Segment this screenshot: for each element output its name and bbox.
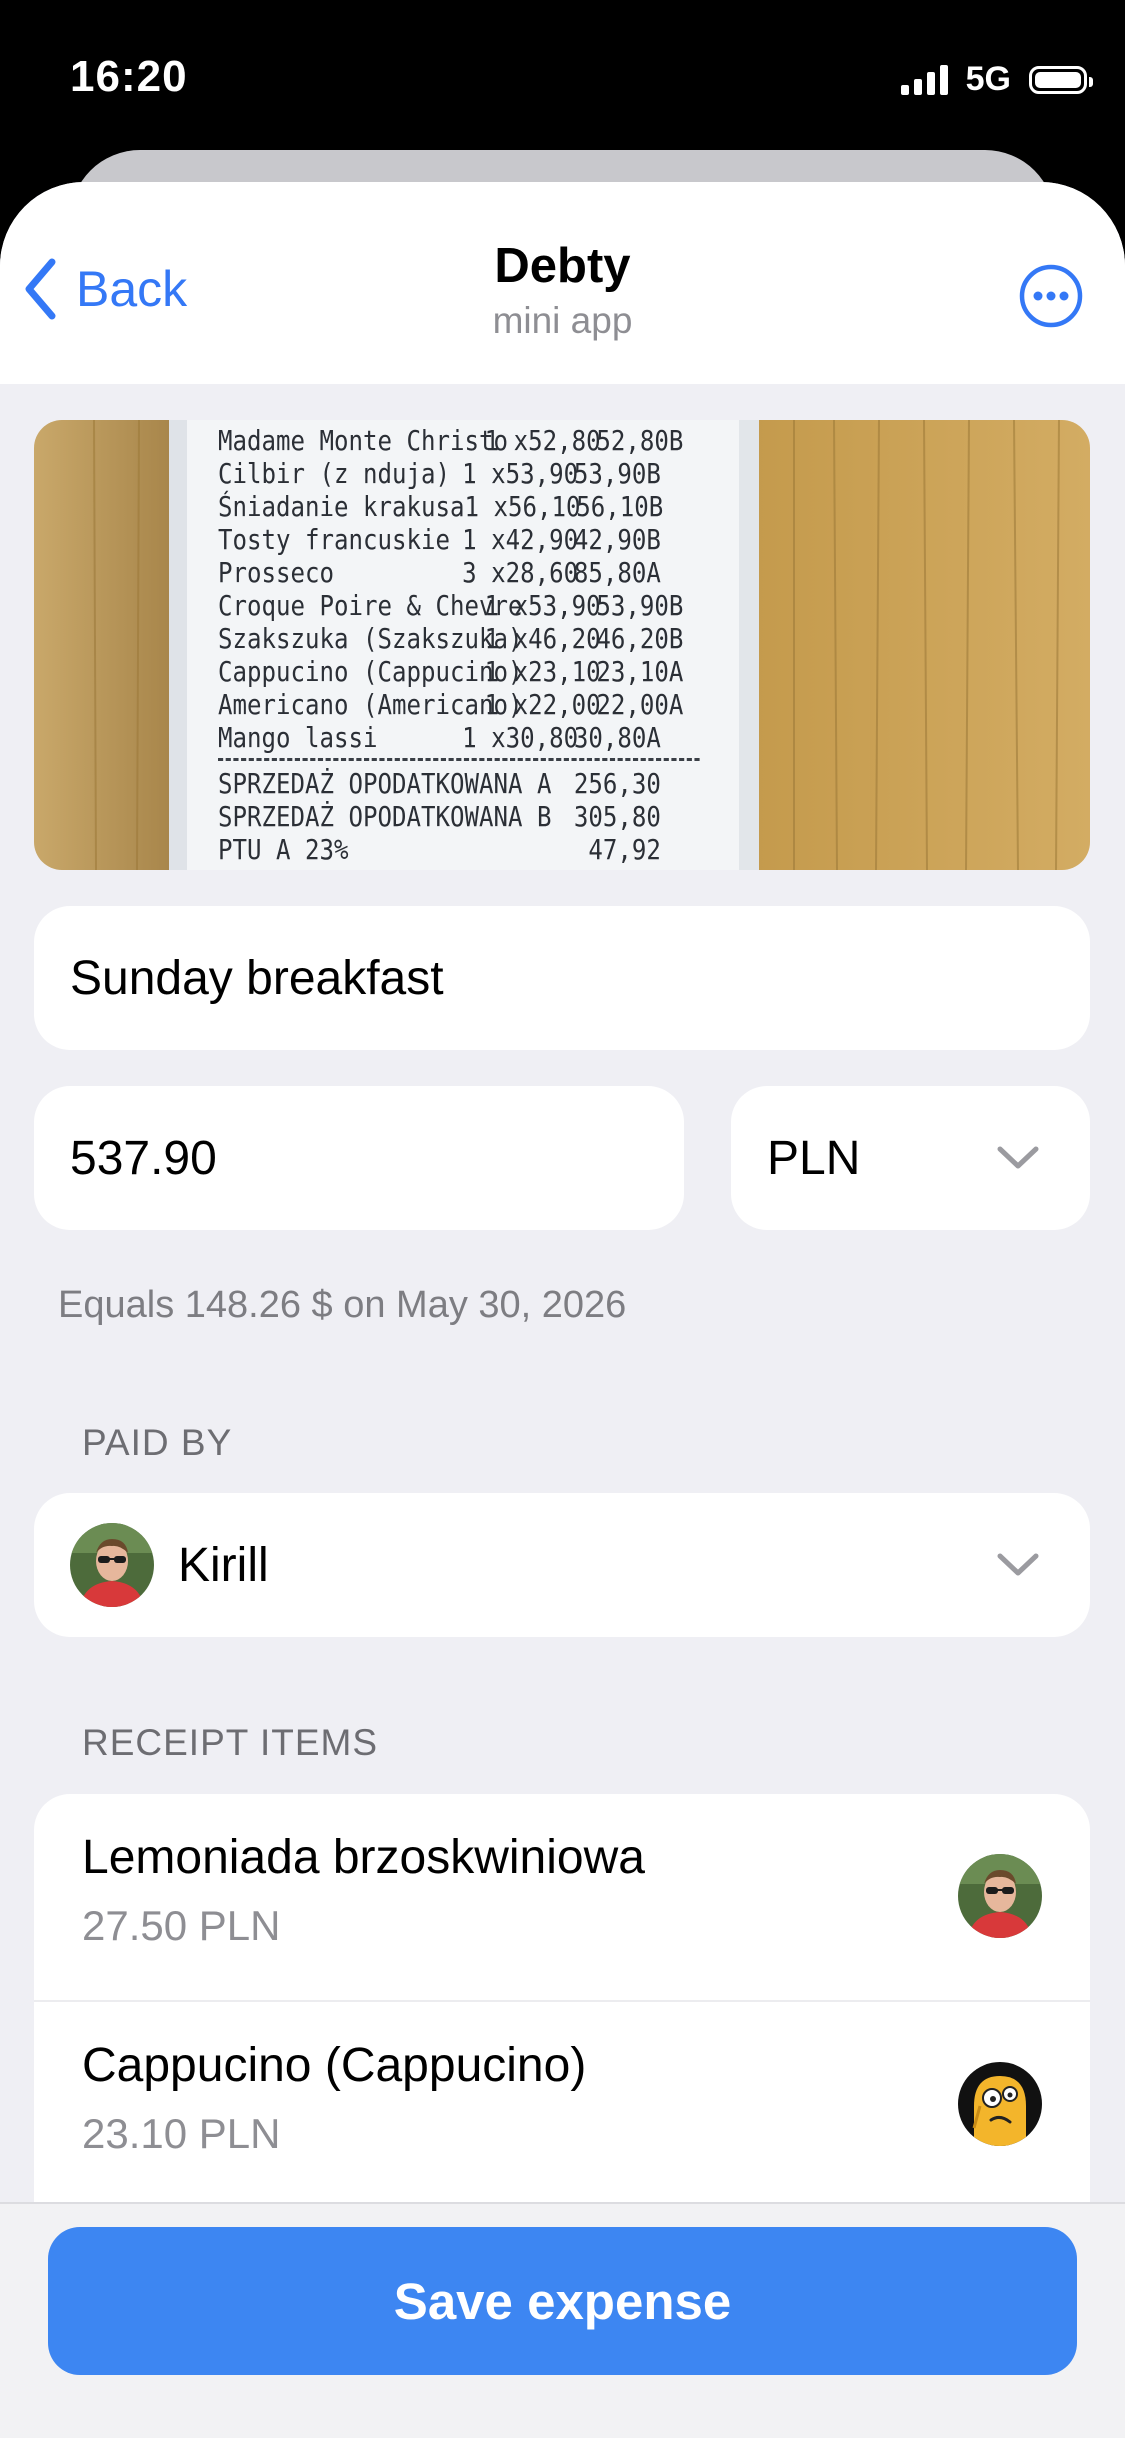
app-subtitle: mini app [492,300,633,341]
receipt-line-name: Croque Poire & Chevre [218,589,523,622]
receipt-line-total: 53,90B [573,457,661,490]
paid-by-select[interactable]: Kirill [34,1493,1090,1637]
receipt-line-qty: 1 x42,90 [462,523,579,556]
currency-value: PLN [767,1131,861,1185]
receipt-line-qty: 1 x53,90 [484,589,601,622]
receipt-line-name: Madame Monte Christo [218,424,508,457]
app-title: Debty [494,239,631,293]
amount-field[interactable]: 537.90 [34,1086,684,1230]
status-indicators: 5G [900,60,1093,99]
item-name: Lemoniada brzoskwiniowa [82,1831,645,1884]
receipt-line-name: Cilbir (z nduja) [218,457,450,490]
receipt-summary-total: 305,80 [573,800,661,833]
receipt-line: Cappucino (Cappucino) 1 x23,10 23,10A [218,655,683,688]
item-price: 27.50 PLN [82,1902,281,1949]
save-expense-button[interactable]: Save expense [48,2227,1077,2375]
ellipsis-circle-icon[interactable] [1019,264,1083,328]
avatar [70,1523,154,1607]
receipt-line-total: 53,90B [596,589,684,622]
receipt-photo[interactable]: Madame Monte Christo 1 x52,80 52,80B Cilbir… [34,420,1090,870]
paid-by-label: PAID BY [82,1422,233,1463]
receipt-line: Croque Poire & Chevre 1 x53,90 53,90B [218,589,683,622]
chevron-down-icon [997,1553,1039,1576]
receipt-summary-total: 47,92 [588,833,661,866]
receipt-line-name: Śniadanie krakusa [218,490,465,523]
receipt-line-total: 30,80A [573,721,661,754]
receipt-separator [218,758,700,761]
receipt-summary-line: PTU A 23% 47,92 [218,833,661,866]
receipt-line-total: 56,10B [576,490,664,523]
chevron-down-icon [997,1146,1039,1169]
receipt-line: Tosty francuskie 1 x42,90 42,90B [218,523,661,556]
receipt-line-name: Prosseco [218,556,334,589]
receipt-line-qty: 1 x22,00 [484,688,601,721]
receipt-line-qty: 3 x28,60 [462,556,579,589]
receipt-line: Szakszuka (Szakszuka) 1 x46,20 46,20B [218,622,683,655]
receipt-line: Cilbir (z nduja) 1 x53,90 53,90B [218,457,661,490]
item-name: Cappucino (Cappucino) [82,2039,587,2092]
receipt-text: Madame Monte Christo 1 x52,80 52,80B Cilbir… [218,424,700,866]
receipt-line: Mango lassi 1 x30,80 30,80A [218,721,661,754]
cellular-signal-icon [900,64,948,95]
receipt-summary-total: 256,30 [573,767,661,800]
receipt-line-name: Szakszuka (Szakszuka) [218,622,523,655]
receipt-line-total: 52,80B [596,424,684,457]
receipt-line-total: 42,90B [573,523,661,556]
battery-icon [1029,65,1093,94]
receipt-items-label: RECEIPT ITEMS [82,1722,379,1763]
network-label: 5G [965,60,1011,98]
receipt-line-qty: 1 x52,80 [484,424,601,457]
receipt-line: Americano (Americano) 1 x22,00 22,00A [218,688,683,721]
amount-input-value: 537.90 [70,1131,217,1185]
list-item[interactable]: Lemoniada brzoskwiniowa 27.50 PLN [34,1794,1090,2002]
status-time: 16:20 [70,52,188,101]
receipt-line-total: 85,80A [573,556,661,589]
receipt-summary-name: SPRZEDAŻ OPODATKOWANA B [218,800,552,833]
receipt-line-name: Mango lassi [218,721,378,754]
list-item[interactable]: Cappucino (Cappucino) 23.10 PLN [34,2002,1090,2208]
receipt-line-qty: 1 x46,20 [484,622,601,655]
mini-app-sheet: Back Debty mini app Madame Monte Christo… [0,182,1125,2436]
receipt-line-qty: 1 x30,80 [462,721,579,754]
receipt-line-qty: 1 x56,10 [464,490,581,523]
receipt-summary-line: SPRZEDAŻ OPODATKOWANA A 256,30 [218,767,661,800]
receipt-line-qty: 1 x23,10 [484,655,601,688]
cartoon-avatar[interactable] [958,2062,1042,2146]
receipt-line-total: 22,00A [596,688,684,721]
currency-select[interactable]: PLN [731,1086,1090,1230]
receipt-line-name: Tosty francuskie [218,523,450,556]
title-input-value: Sunday breakfast [70,951,444,1005]
receipt-line: Śniadanie krakusa 1 x56,10 56,10B [218,490,664,523]
receipt-line: Madame Monte Christo 1 x52,80 52,80B [218,424,683,457]
receipt-summary-name: PTU A 23% [218,833,349,866]
receipt-summary-line: SPRZEDAŻ OPODATKOWANA B 305,80 [218,800,661,833]
receipt-line-name: Cappucino (Cappucino) [218,655,523,688]
receipt-line-name: Americano (Americano) [218,688,523,721]
receipt-line-total: 23,10A [596,655,684,688]
receipt-summary-name: SPRZEDAŻ OPODATKOWANA A [218,767,552,800]
receipt-line-qty: 1 x53,90 [462,457,579,490]
status-bar: 16:20 5G [0,0,1125,150]
conversion-note: Equals 148.26 $ on May 30, 2026 [58,1284,627,1326]
receipt-line: Prosseco 3 x28,60 85,80A [218,556,661,589]
title-field[interactable]: Sunday breakfast [34,906,1090,1050]
receipt-line-total: 46,20B [596,622,684,655]
payer-name: Kirill [178,1538,269,1592]
item-price: 23.10 PLN [82,2110,281,2157]
nav-bar: Back Debty mini app [0,182,1125,384]
person-avatar[interactable] [958,1854,1042,1938]
